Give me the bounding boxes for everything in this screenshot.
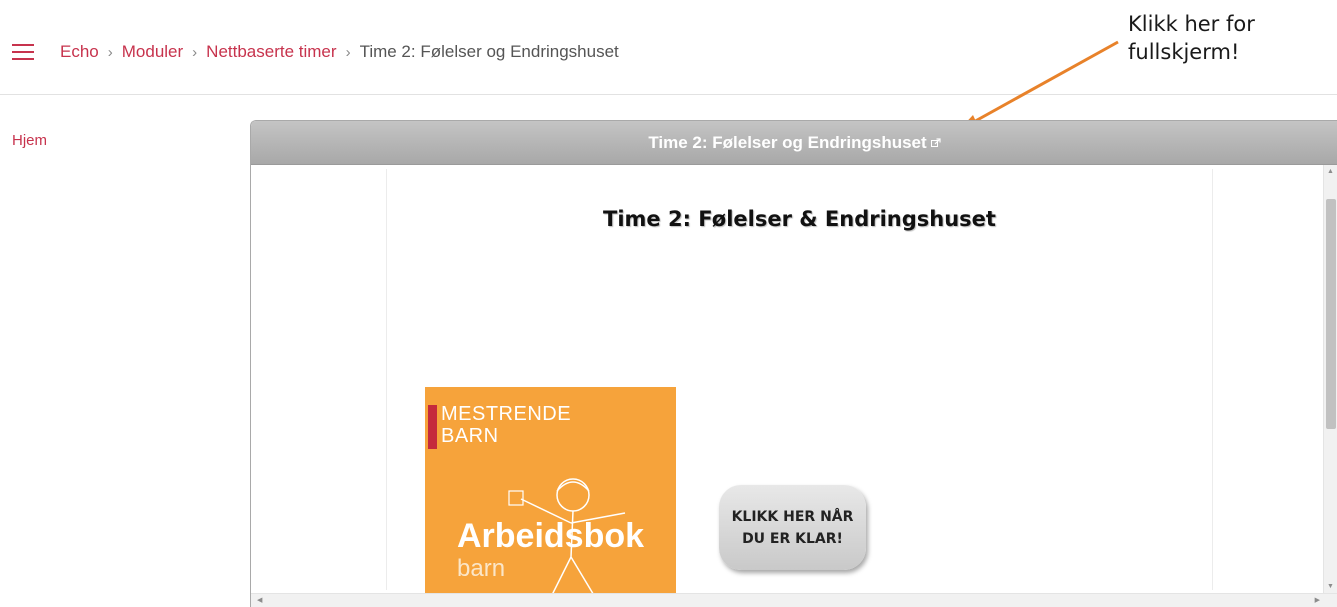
fullscreen-annotation: Klikk her for fullskjerm! bbox=[1128, 10, 1255, 66]
book-title-line-1: MESTRENDE bbox=[441, 403, 572, 425]
sidebar-item-hjem[interactable]: Hjem bbox=[12, 132, 47, 149]
panel-header: Time 2: Følelser og Endringshuset bbox=[251, 121, 1337, 165]
panel-body: Time 2: Følelser & Endringshuset MESTREN… bbox=[251, 165, 1337, 607]
book-title-line-2: BARN bbox=[441, 425, 499, 447]
book-spine-label bbox=[428, 405, 437, 449]
annotation-line-2: fullskjerm! bbox=[1128, 40, 1240, 64]
horizontal-scrollbar[interactable]: ◀ ▶ bbox=[251, 593, 1337, 607]
start-button-line-1: KLIKK HER NÅR bbox=[731, 508, 854, 525]
vertical-scroll-thumb[interactable] bbox=[1326, 199, 1336, 429]
scroll-left-icon[interactable]: ◀ bbox=[257, 596, 262, 604]
book-cover-image: MESTRENDE BARN Arbeidsbok barn bbox=[425, 387, 676, 597]
annotation-line-1: Klikk her for bbox=[1128, 12, 1255, 36]
scroll-up-icon[interactable]: ▲ bbox=[1327, 168, 1334, 175]
scroll-down-icon[interactable]: ▼ bbox=[1327, 583, 1334, 590]
breadcrumb-item-nettbaserte-timer[interactable]: Nettbaserte timer bbox=[206, 42, 336, 62]
panel-title: Time 2: Følelser og Endringshuset bbox=[648, 132, 927, 152]
content-title: Time 2: Følelser & Endringshuset bbox=[603, 207, 996, 231]
start-button[interactable]: KLIKK HER NÅR DU ER KLAR! bbox=[719, 485, 866, 570]
breadcrumb-current: Time 2: Følelser og Endringshuset bbox=[359, 42, 619, 61]
panel-title-link[interactable]: Time 2: Følelser og Endringshuset bbox=[648, 132, 941, 153]
breadcrumb-separator: › bbox=[107, 43, 113, 61]
breadcrumb: Echo › Moduler › Nettbaserte timer › Tim… bbox=[60, 42, 619, 62]
book-title-sub: barn bbox=[457, 555, 506, 582]
scroll-right-icon[interactable]: ▶ bbox=[1315, 596, 1320, 604]
breadcrumb-item-moduler[interactable]: Moduler bbox=[122, 42, 183, 62]
hamburger-menu-icon[interactable] bbox=[12, 44, 34, 60]
external-link-icon[interactable] bbox=[930, 137, 941, 148]
page: Echo › Moduler › Nettbaserte timer › Tim… bbox=[0, 0, 1337, 607]
vertical-scrollbar[interactable]: ▲ ▼ bbox=[1323, 165, 1337, 593]
breadcrumb-separator: › bbox=[192, 43, 198, 61]
book-title-big: Arbeidsbok bbox=[457, 517, 645, 555]
module-panel: Time 2: Følelser og Endringshuset Time 2… bbox=[250, 120, 1337, 607]
breadcrumb-separator: › bbox=[345, 43, 351, 61]
start-button-line-2: DU ER KLAR! bbox=[742, 530, 843, 547]
breadcrumb-item-echo[interactable]: Echo bbox=[60, 42, 99, 62]
content-card: Time 2: Følelser & Endringshuset MESTREN… bbox=[386, 169, 1213, 597]
